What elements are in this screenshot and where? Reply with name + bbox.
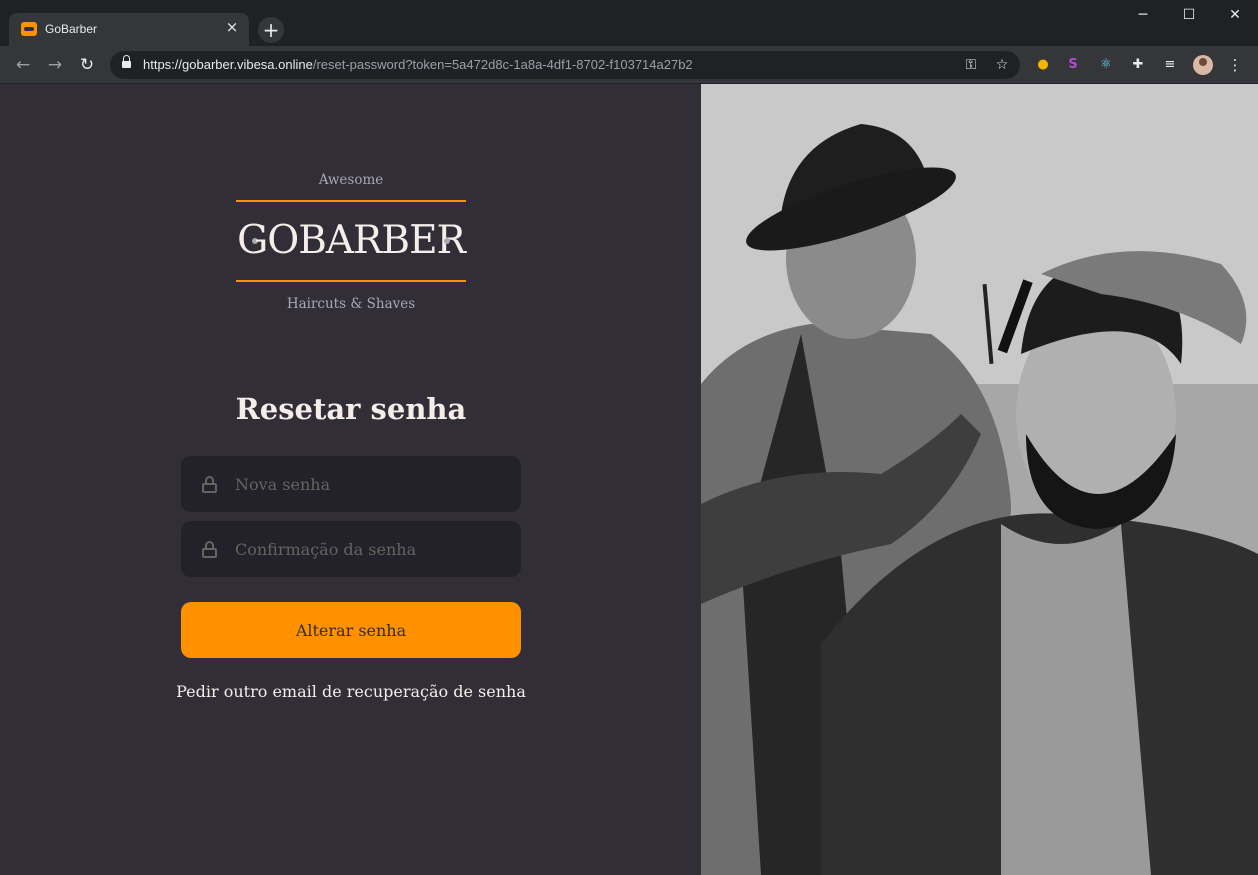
logo-dot-right <box>444 238 450 244</box>
react-devtools-icon[interactable]: ⚛ <box>1097 56 1115 74</box>
extension-icon-2[interactable]: S <box>1064 56 1082 74</box>
extension-icon-1[interactable]: ● <box>1034 56 1052 74</box>
maximize-button[interactable]: ☐ <box>1166 0 1212 30</box>
logo-name: GOBARBER <box>237 218 466 263</box>
browser-titlebar: GoBarber × + ─ ☐ ✕ <box>0 0 1258 46</box>
forward-button[interactable]: → <box>43 53 67 77</box>
page: Awesome GOBARBER Haircuts & Shaves Reset… <box>0 84 1258 875</box>
new-password-field[interactable] <box>181 456 521 512</box>
tab-title: GoBarber <box>45 22 98 36</box>
logo-bottom-text: Haircuts & Shaves <box>286 296 416 312</box>
password-key-icon[interactable]: ⚿ <box>962 56 980 74</box>
new-password-input[interactable] <box>235 456 505 512</box>
new-tab-button[interactable]: + <box>258 17 284 43</box>
page-title: Resetar senha <box>235 392 467 426</box>
password-confirmation-input[interactable] <box>235 521 505 577</box>
tab-close-icon[interactable]: × <box>223 18 241 36</box>
browser-tab[interactable]: GoBarber × <box>9 13 249 46</box>
reload-button[interactable]: ↻ <box>75 53 99 77</box>
url-host: https://gobarber.vibesa.online <box>143 57 313 72</box>
password-confirmation-field[interactable] <box>181 521 521 577</box>
logo-top-divider <box>236 200 466 202</box>
url-text: https://gobarber.vibesa.online/reset-pas… <box>143 57 693 72</box>
bookmark-star-icon[interactable]: ☆ <box>993 56 1011 74</box>
extensions-puzzle-icon[interactable]: ✚ <box>1129 56 1147 74</box>
browser-toolbar: ← → ↻ https://gobarber.vibesa.online/res… <box>0 46 1258 84</box>
barber-background-image <box>701 84 1258 875</box>
logo-top-text: Awesome <box>318 172 384 188</box>
request-recovery-email-link[interactable]: Pedir outro email de recuperação de senh… <box>151 682 551 701</box>
back-button[interactable]: ← <box>11 53 35 77</box>
address-bar[interactable]: https://gobarber.vibesa.online/reset-pas… <box>110 51 1020 79</box>
media-control-icon[interactable]: ≡ <box>1161 56 1179 74</box>
profile-avatar[interactable] <box>1193 55 1213 75</box>
lock-icon <box>202 541 217 558</box>
url-path: /reset-password?token=5a472d8c-1a8a-4df1… <box>312 57 693 72</box>
reset-password-content: Awesome GOBARBER Haircuts & Shaves Reset… <box>0 84 701 875</box>
change-password-button[interactable]: Alterar senha <box>181 602 521 658</box>
gobarber-logo: Awesome GOBARBER Haircuts & Shaves <box>236 170 466 316</box>
logo-bottom-divider <box>236 280 466 282</box>
gobarber-favicon-icon <box>21 22 37 36</box>
minimize-button[interactable]: ─ <box>1120 0 1166 30</box>
close-window-button[interactable]: ✕ <box>1212 0 1258 30</box>
browser-menu-icon[interactable]: ⋮ <box>1226 55 1244 75</box>
lock-icon <box>202 476 217 493</box>
lock-icon[interactable] <box>122 55 131 69</box>
barber-photo-illustration <box>701 84 1258 875</box>
